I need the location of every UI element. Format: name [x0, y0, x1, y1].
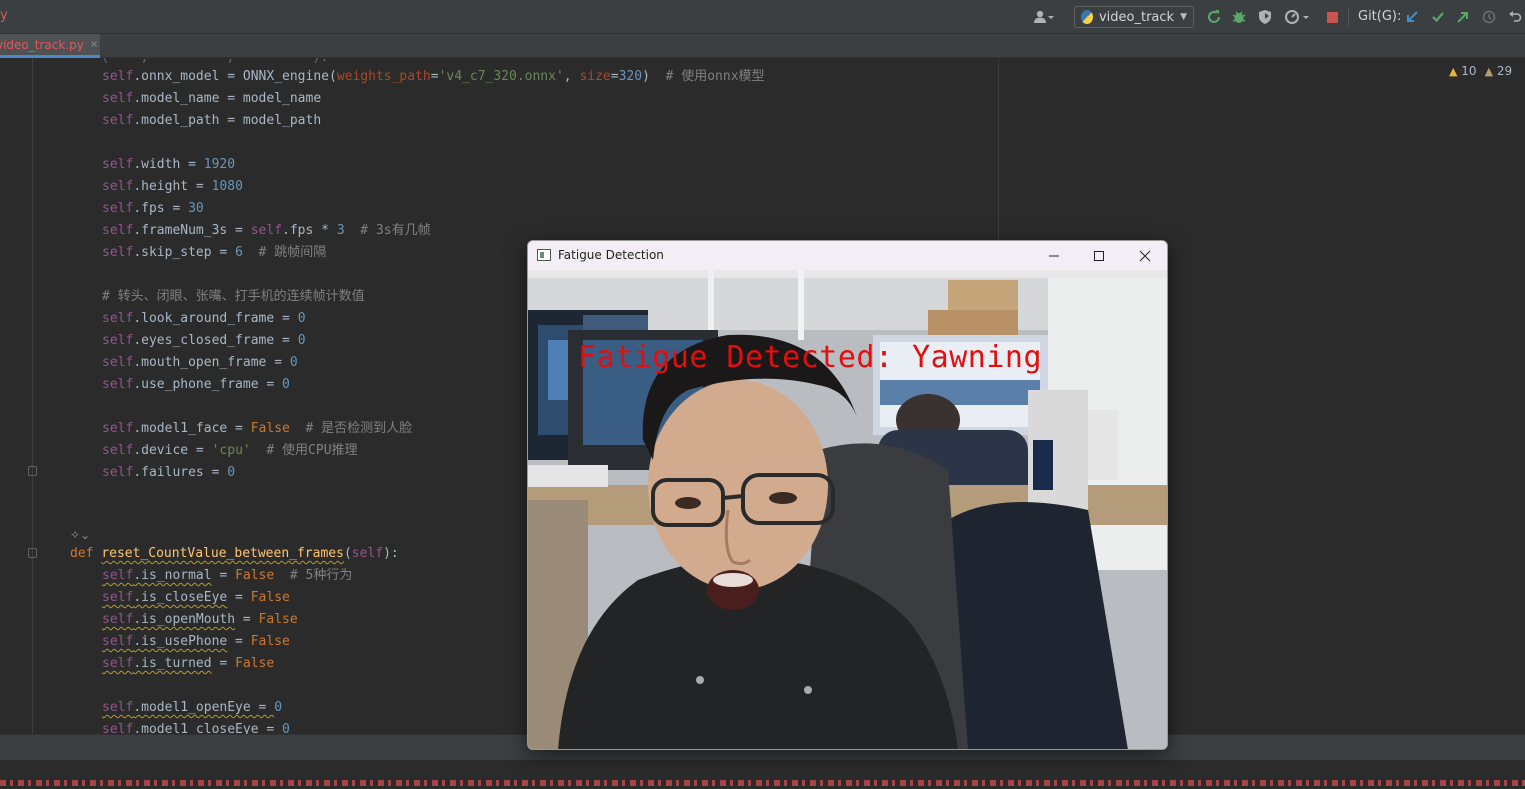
code-line: self.model_path = model_path	[102, 113, 322, 128]
code-line: self.eyes_closed_frame = 0	[102, 333, 306, 348]
minimize-icon	[1049, 255, 1059, 256]
code-line: self.is_normal = False # 5种行为	[102, 568, 353, 583]
checkmark-icon	[1432, 12, 1444, 23]
code-line: self.failures = 0	[102, 465, 236, 480]
warnings-count: ▲ 10	[1449, 64, 1477, 78]
tab-video-track[interactable]: video_track.py ×	[0, 34, 100, 58]
code-line: self.model1_face = False # 是否检测到人脸	[102, 421, 413, 436]
maximize-button[interactable]	[1076, 241, 1122, 270]
stop-button[interactable]	[1324, 6, 1340, 28]
python-icon	[1081, 10, 1093, 24]
inspection-widget[interactable]: ▲ 10 ▲ 29	[1449, 64, 1512, 78]
weak-warnings-count: ▲ 29	[1484, 64, 1513, 78]
git-commit-button[interactable]	[1430, 6, 1446, 28]
git-push-button[interactable]	[1455, 6, 1471, 28]
undo-icon	[1509, 11, 1522, 22]
debug-button[interactable]	[1230, 6, 1248, 28]
shield-icon	[1259, 10, 1271, 24]
window-title: Fatigue Detection	[558, 248, 664, 262]
project-name-fragment: y	[0, 8, 8, 23]
code-line: self.mouth_open_frame = 0	[102, 355, 298, 370]
code-line: self.height = 1080	[102, 179, 243, 194]
editor-tab-bar: video_track.py ×	[0, 34, 1525, 58]
tab-label: video_track.py	[0, 37, 84, 52]
stop-icon	[1326, 11, 1338, 23]
close-icon[interactable]: ×	[90, 39, 98, 50]
close-window-button[interactable]	[1122, 241, 1167, 270]
code-line: self.model1_closeEye = 0	[102, 722, 290, 734]
status-bar	[0, 759, 1525, 789]
git-label: Git(G):	[1358, 9, 1402, 24]
code-line: self.fps = 30	[102, 201, 204, 216]
run-with-coverage-button[interactable]	[1256, 6, 1274, 28]
profile-button[interactable]	[1283, 6, 1311, 28]
code-line: self.onnx_model = ONNX_engine(weights_pa…	[102, 69, 765, 84]
fold-marker[interactable]	[28, 466, 37, 476]
user-account-icon[interactable]	[1030, 6, 1058, 28]
clock-icon	[1482, 10, 1496, 24]
code-line: # 转头、闭眼、张嘴、打手机的连续帧计数值	[102, 289, 365, 304]
git-history-button[interactable]	[1481, 6, 1497, 28]
warning-icon: ▲	[1449, 65, 1458, 78]
close-icon	[1139, 250, 1151, 261]
chevron-down-icon: ▼	[1180, 12, 1187, 22]
run-configuration-label: video_track	[1098, 9, 1175, 25]
code-line: self.device = 'cpu' # 使用CPU推理	[102, 443, 358, 458]
app-window-icon	[537, 249, 551, 261]
code-line: def reset_CountValue_between_frames(self…	[70, 546, 399, 561]
code-line: self.model_name = model_name	[102, 91, 322, 106]
code-line: self.is_openMouth = False	[102, 612, 298, 627]
arrow-up-right-icon	[1457, 12, 1468, 23]
git-rollback-button[interactable]	[1507, 6, 1523, 28]
code-line: self.width = 1920	[102, 157, 236, 172]
fold-marker[interactable]	[28, 548, 37, 558]
code-line: self.look_around_frame = 0	[102, 311, 306, 326]
window-titlebar[interactable]: Fatigue Detection	[528, 241, 1167, 270]
error-highlight-strip	[0, 780, 1525, 786]
camera-feed: Fatigue Detected: Yawning	[528, 270, 1167, 749]
rerun-icon	[1208, 10, 1220, 23]
code-line: self.is_closeEye = False	[102, 590, 290, 605]
code-line: self.is_usePhone = False	[102, 634, 290, 649]
main-toolbar: y video_track ▼ Git(G):	[0, 0, 1525, 34]
code-line: self.is_turned = False	[102, 656, 275, 671]
code-line: self.skip_step = 6 # 跳帧间隔	[102, 245, 327, 260]
run-configuration-select[interactable]: video_track ▼	[1074, 6, 1194, 28]
profiler-icon	[1285, 10, 1309, 24]
rerun-button[interactable]	[1205, 6, 1223, 28]
ai-assist-gutter-icon[interactable]: ✧⌄	[70, 528, 90, 542]
maximize-icon	[1094, 250, 1104, 261]
weak-warning-icon: ▲	[1484, 65, 1494, 78]
arrow-down-left-icon	[1407, 11, 1418, 22]
fatigue-detection-window[interactable]: Fatigue Detection Fatigue Detected: Yawn…	[527, 240, 1168, 750]
code-line: self.model1_openEye = 0	[102, 700, 283, 715]
minimize-button[interactable]	[1031, 241, 1077, 270]
fatigue-alert-text: Fatigue Detected: Yawning	[578, 340, 1043, 375]
bug-icon	[1232, 11, 1246, 23]
git-update-button[interactable]	[1404, 6, 1420, 28]
code-line: self.frameNum_3s = self.fps * 3 # 3s有几帧	[102, 223, 431, 238]
code-line: self.use_phone_frame = 0	[102, 377, 290, 392]
